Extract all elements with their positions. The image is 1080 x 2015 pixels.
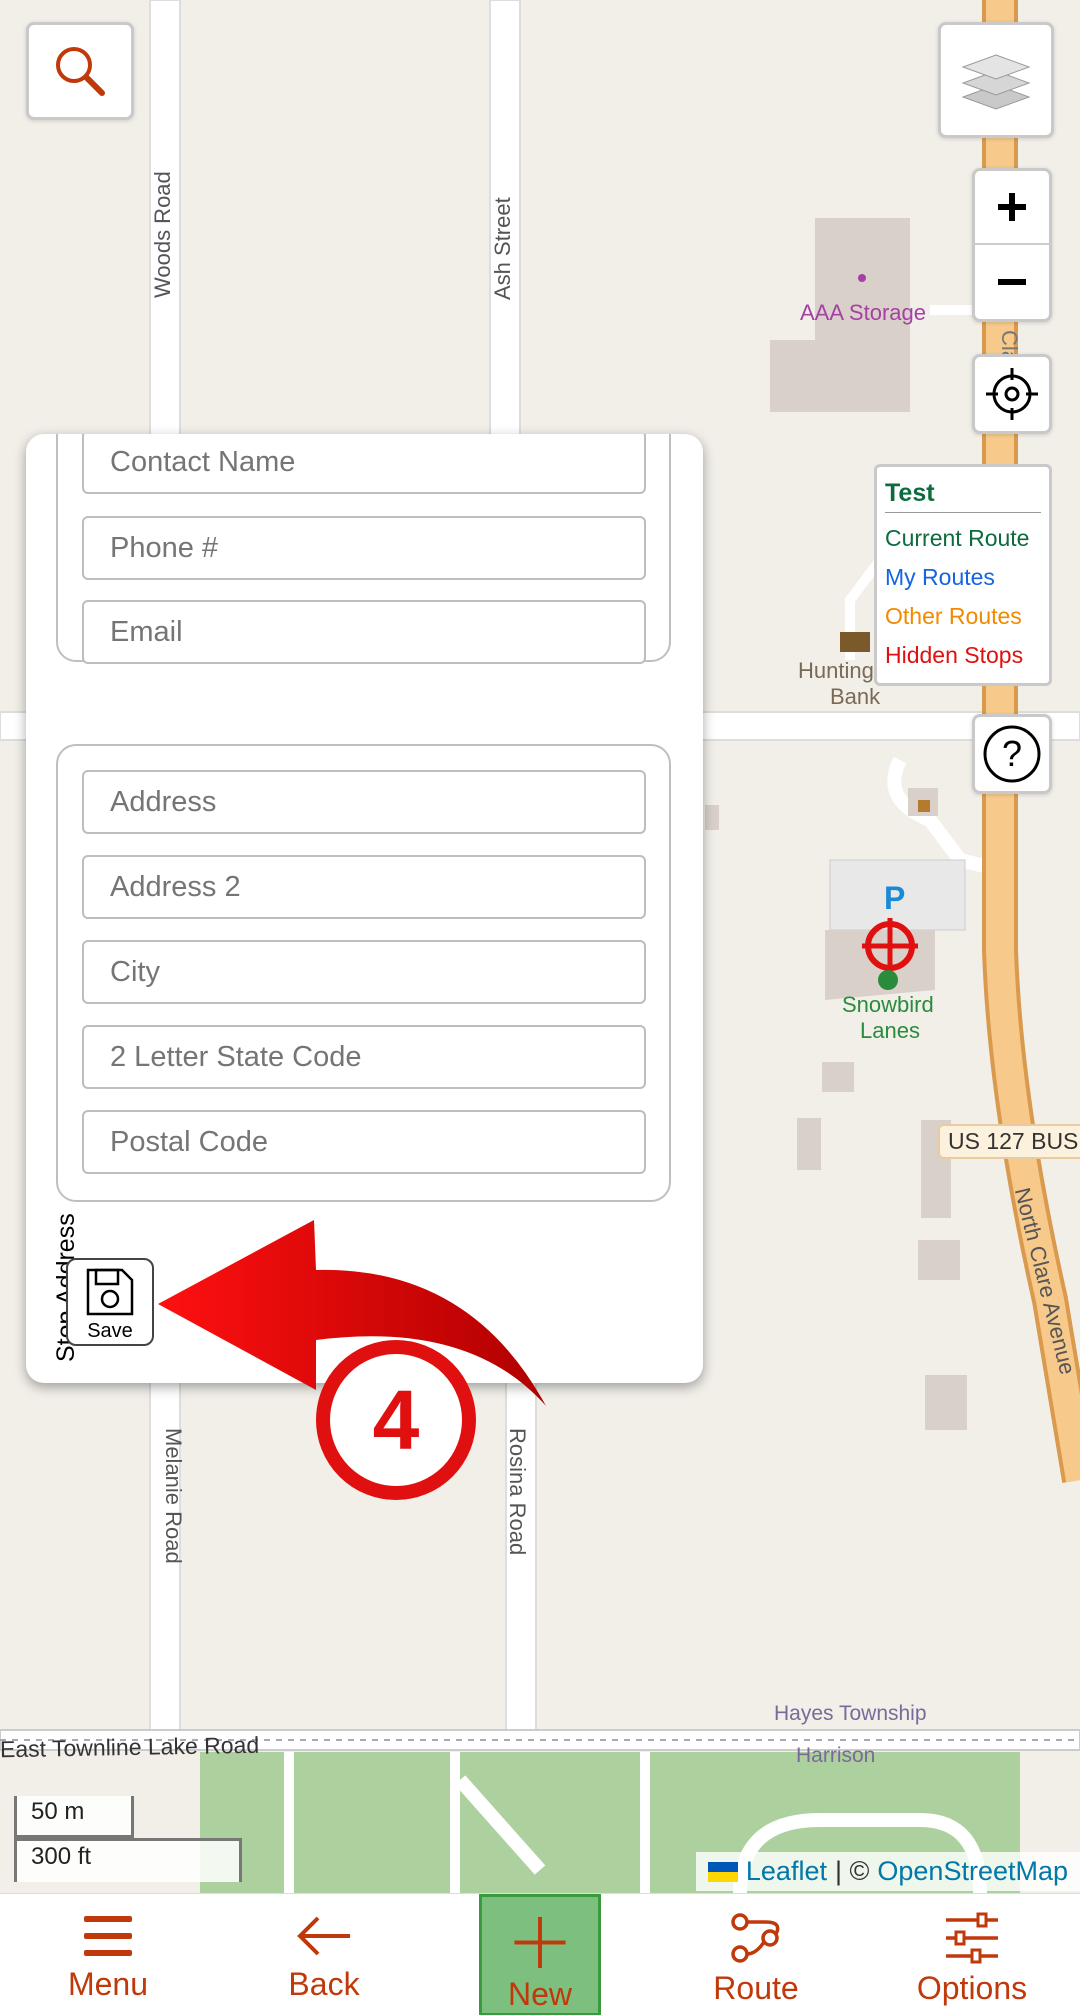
map-attribution: Leaflet | © OpenStreetMap <box>695 1852 1080 1891</box>
save-label: Save <box>87 1320 133 1342</box>
poi-label-harrison: Harrison <box>796 1744 876 1767</box>
nav-new-label: New <box>507 1976 572 2012</box>
poi-label-huntington-2: Bank <box>830 684 881 709</box>
legend-item-other-routes[interactable]: Other Routes <box>885 597 1041 636</box>
scale-imperial: 300 ft <box>14 1838 242 1882</box>
address2-input[interactable]: Address 2 <box>82 855 646 919</box>
contact-name-input[interactable]: Contact Name <box>82 434 646 494</box>
email-input[interactable]: Email <box>82 600 646 664</box>
locate-button[interactable] <box>972 354 1052 434</box>
poi-label-snowbird-1: Snowbird <box>842 992 934 1017</box>
nav-menu[interactable]: Menu <box>28 1894 188 2015</box>
scale-metric: 50 m <box>14 1796 134 1838</box>
ukraine-flag-icon <box>707 1861 738 1882</box>
help-icon: ? <box>983 725 1041 783</box>
poi-label-huntington-1: Hunting <box>798 658 874 683</box>
search-button[interactable] <box>26 22 134 120</box>
minus-icon <box>998 279 1026 285</box>
arrow-left-icon <box>297 1916 350 1956</box>
poi-label-aaa-storage: AAA Storage <box>800 300 926 325</box>
plus-icon <box>514 1916 566 1969</box>
leaflet-link[interactable]: Leaflet <box>746 1856 827 1887</box>
crosshair-icon <box>986 368 1038 420</box>
legend-item-hidden-stops[interactable]: Hidden Stops <box>885 636 1041 675</box>
street-label-woods-road: Woods Road <box>150 171 175 298</box>
layers-icon <box>961 54 1031 110</box>
zoom-in-button[interactable] <box>975 171 1049 246</box>
parking-icon: P <box>884 880 906 916</box>
nav-menu-label: Menu <box>67 1966 149 2002</box>
help-button[interactable]: ? <box>972 714 1052 794</box>
city-input[interactable]: City <box>82 940 646 1004</box>
poi-label-snowbird-2: Lanes <box>860 1018 920 1043</box>
nav-back-label: Back <box>288 1966 360 2002</box>
route-legend: Test Current Route My Routes Other Route… <box>874 464 1052 686</box>
street-label-ash-street: Ash Street <box>490 197 515 300</box>
sliders-icon <box>946 1912 998 1964</box>
layers-button[interactable] <box>938 22 1054 138</box>
nav-route-label: Route <box>713 1970 799 2006</box>
legend-item-current-route[interactable]: Current Route <box>885 519 1041 558</box>
state-input[interactable]: 2 Letter State Code <box>82 1025 646 1089</box>
attribution-separator: | © <box>834 1856 870 1886</box>
street-label-rosina-road: Rosina Road <box>505 1428 530 1556</box>
zoom-control <box>972 168 1052 322</box>
map-scale: 50 m 300 ft <box>14 1796 242 1882</box>
address-input[interactable]: Address <box>82 770 646 834</box>
nav-new[interactable]: New <box>479 1894 601 2015</box>
stop-address-fieldset: Address Address 2 City 2 Letter State Co… <box>56 744 671 1202</box>
postal-code-input[interactable]: Postal Code <box>82 1110 646 1174</box>
floppy-disk-icon <box>86 1268 134 1316</box>
svg-text:?: ? <box>1002 733 1022 774</box>
poi-label-hayes-township: Hayes Township <box>774 1702 927 1725</box>
nav-options-label: Options <box>916 1970 1028 2006</box>
menu-icon <box>84 1916 132 1956</box>
legend-item-my-routes[interactable]: My Routes <box>885 558 1041 597</box>
nav-route[interactable]: Route <box>676 1894 836 2015</box>
route-icon <box>731 1913 780 1963</box>
bottom-nav: Menu Back New Route Options <box>0 1893 1080 2015</box>
street-label-east-townline: East Townline Lake Road <box>0 1731 260 1763</box>
zoom-out-button[interactable] <box>975 245 1049 319</box>
nav-options[interactable]: Options <box>892 1894 1052 2015</box>
phone-input[interactable]: Phone # <box>82 516 646 580</box>
step-number-badge: 4 <box>316 1340 476 1500</box>
openstreetmap-link[interactable]: OpenStreetMap <box>877 1856 1068 1887</box>
search-icon <box>56 47 105 96</box>
nav-back[interactable]: Back <box>244 1894 404 2015</box>
legend-title: Test <box>885 479 1041 513</box>
street-label-melanie-road: Melanie Road <box>161 1428 186 1564</box>
street-label-us127: US 127 BUS <box>938 1124 1080 1159</box>
plus-icon <box>998 193 1026 221</box>
